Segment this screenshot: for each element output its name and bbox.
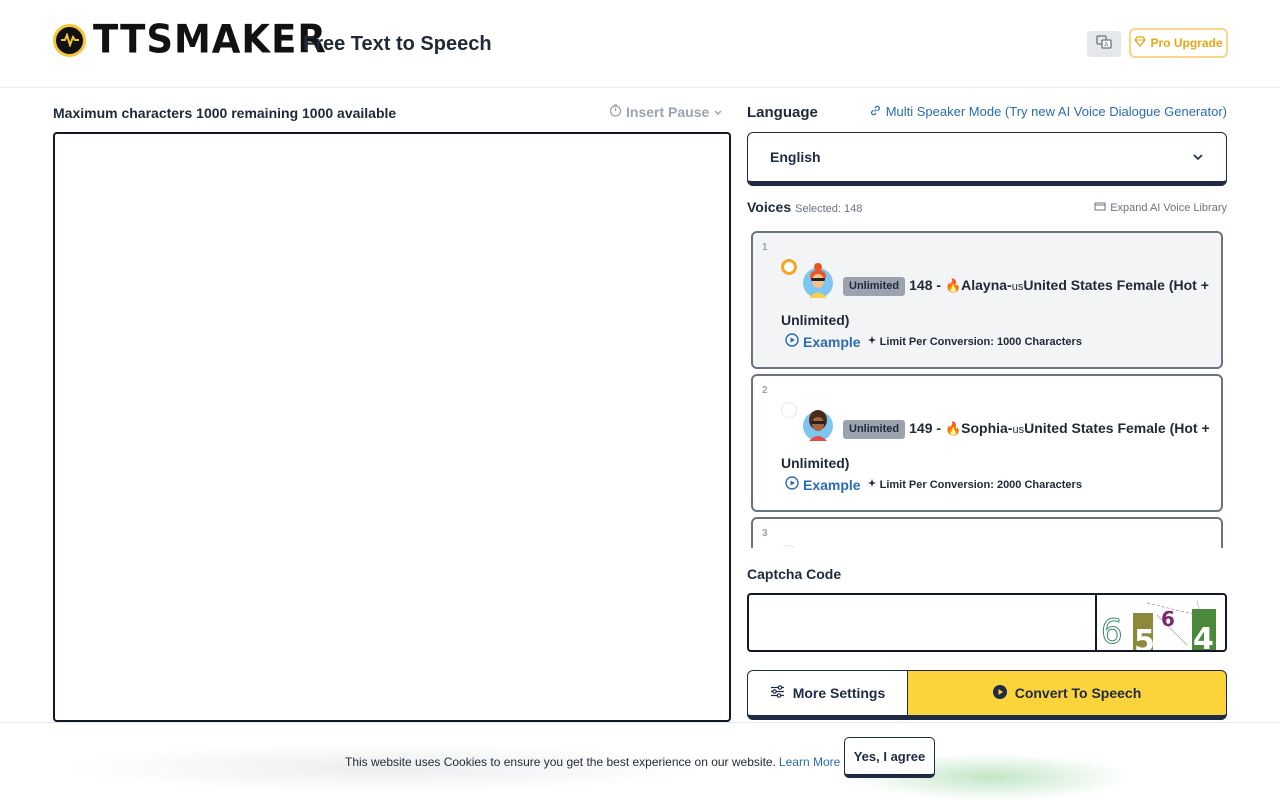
voice-number: 3 <box>762 528 768 539</box>
sparkle-icon <box>867 335 877 348</box>
voice-country-code: us <box>1011 281 1024 293</box>
captcha-input[interactable] <box>747 593 1095 652</box>
multi-speaker-label: Multi Speaker Mode (Try new AI Voice Dia… <box>885 104 1227 119</box>
translate-icon: A <box>1096 34 1112 54</box>
voice-number: 2 <box>762 385 768 396</box>
convert-to-speech-button[interactable]: Convert To Speech <box>908 670 1227 720</box>
voice-id: 149 - <box>909 420 945 436</box>
voices-label: Voices Selected: 148 <box>747 199 862 215</box>
text-input[interactable] <box>53 132 731 722</box>
site-logo[interactable]: TTSMAKER <box>53 16 327 63</box>
voice-limit-text: Limit Per Conversion: 2000 Characters <box>879 478 1082 491</box>
cookie-message: This website uses Cookies to ensure you … <box>345 755 840 769</box>
example-button[interactable]: Example <box>785 476 861 493</box>
cookie-banner: This website uses Cookies to ensure you … <box>0 722 1280 801</box>
svg-text:4: 4 <box>1193 622 1214 652</box>
expand-voice-library-label: Expand AI Voice Library <box>1110 201 1227 214</box>
folder-icon <box>1094 201 1106 214</box>
unlimited-badge: Unlimited <box>843 277 906 296</box>
logo-text: TTSMAKER <box>93 16 327 63</box>
voice-footer: Example Limit Per Conversion: 2000 Chara… <box>785 476 1082 493</box>
language-label: Language <box>747 104 818 121</box>
timer-icon <box>609 104 622 120</box>
voice-limit: Limit Per Conversion: 1000 Characters <box>867 335 1082 348</box>
more-settings-label: More Settings <box>792 685 886 701</box>
example-label: Example <box>803 476 861 493</box>
play-icon <box>785 333 799 350</box>
multi-speaker-link[interactable]: Multi Speaker Mode (Try new AI Voice Dia… <box>870 104 1227 119</box>
chevron-down-icon <box>1192 148 1204 166</box>
learn-more-link[interactable]: Learn More <box>779 755 840 769</box>
example-label: Example <box>803 333 861 350</box>
voice-card[interactable]: 3 <box>751 517 1223 548</box>
expand-voice-library-button[interactable]: Expand AI Voice Library <box>1094 201 1227 214</box>
svg-text:6: 6 <box>1161 607 1175 631</box>
voice-title: Unlimited 148 - 🔥Alayna-usUnited States F… <box>781 269 1211 337</box>
fire-icon: 🔥 <box>944 421 962 436</box>
sparkle-icon <box>867 478 877 491</box>
unlimited-badge: Unlimited <box>843 420 906 439</box>
pro-upgrade-label: Pro Upgrade <box>1150 36 1223 50</box>
captcha-image[interactable]: 6 5 6 4 <box>1095 593 1227 652</box>
voice-limit: Limit Per Conversion: 2000 Characters <box>867 478 1082 491</box>
site-header: TTSMAKER Free Text to Speech A Pro Upgra… <box>0 0 1280 88</box>
voices-title: Voices <box>747 199 792 215</box>
svg-text:6: 6 <box>1101 612 1123 652</box>
link-icon <box>870 104 881 119</box>
more-settings-button[interactable]: More Settings <box>747 670 908 720</box>
voice-name: Alayna- <box>961 277 1012 293</box>
example-button[interactable]: Example <box>785 333 861 350</box>
language-select[interactable]: English <box>747 132 1227 186</box>
convert-label: Convert To Speech <box>1014 685 1142 701</box>
max-characters-label: Maximum characters 1000 remaining 1000 a… <box>53 105 397 121</box>
svg-text:5: 5 <box>1134 624 1155 652</box>
voice-number: 1 <box>762 242 768 253</box>
play-icon <box>785 476 799 493</box>
voice-limit-text: Limit Per Conversion: 1000 Characters <box>879 335 1082 348</box>
diamond-icon <box>1134 36 1147 50</box>
pro-upgrade-button[interactable]: Pro Upgrade <box>1129 28 1228 58</box>
voice-card[interactable]: 2 Unlimited 149 - 🔥Sophia-usUnited States… <box>751 374 1223 512</box>
voice-footer: Example Limit Per Conversion: 1000 Chara… <box>785 333 1082 350</box>
captcha-label: Captcha Code <box>747 566 842 582</box>
fire-icon: 🔥 <box>944 278 962 293</box>
page-tagline: Free Text to Speech <box>303 33 492 55</box>
chevron-down-icon <box>713 104 723 120</box>
insert-pause-dropdown[interactable]: Insert Pause <box>609 104 723 120</box>
insert-pause-label: Insert Pause <box>626 104 710 120</box>
voice-name: Sophia- <box>961 420 1013 436</box>
voice-list[interactable]: 1 Unlimited 148 - 🔥Alayna-usUnited States… <box>747 228 1227 548</box>
voices-selected-count: Selected: 148 <box>795 203 863 215</box>
waveform-icon <box>53 23 86 57</box>
play-circle-icon <box>992 684 1007 702</box>
voice-title: Unlimited 149 - 🔥Sophia-usUnited States F… <box>781 412 1211 480</box>
voice-card[interactable]: 1 Unlimited 148 - 🔥Alayna-usUnited States… <box>751 231 1223 369</box>
sliders-icon <box>770 685 785 701</box>
cookie-text: This website uses Cookies to ensure you … <box>345 755 776 769</box>
language-switch-button[interactable]: A <box>1087 31 1121 57</box>
voice-radio[interactable] <box>781 545 797 548</box>
cookie-agree-button[interactable]: Yes, I agree <box>844 737 935 778</box>
voice-id: 148 - <box>909 277 945 293</box>
language-selected-value: English <box>770 149 821 165</box>
voice-country-code: us <box>1012 424 1025 436</box>
